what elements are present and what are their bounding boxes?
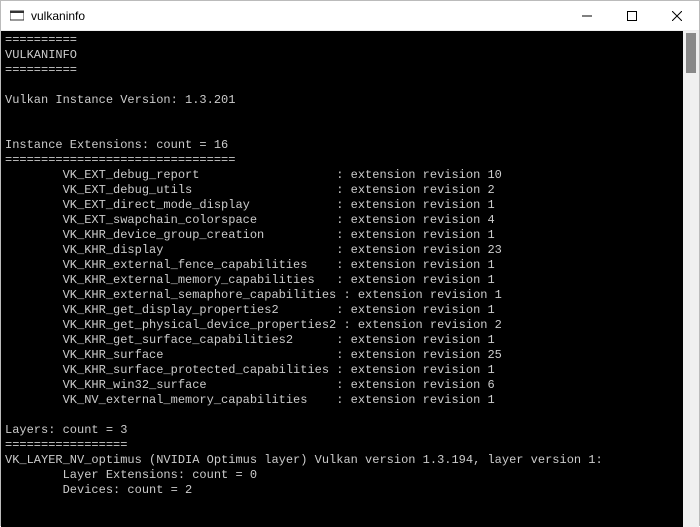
scrollbar-thumb[interactable] — [686, 33, 696, 73]
close-button[interactable] — [654, 1, 699, 31]
maximize-button[interactable] — [609, 1, 654, 31]
minimize-button[interactable] — [564, 1, 609, 31]
window-titlebar: vulkaninfo — [1, 1, 699, 31]
vertical-scrollbar[interactable] — [683, 31, 699, 527]
terminal-output: ========== VULKANINFO ========== Vulkan … — [1, 31, 683, 527]
app-icon — [9, 8, 25, 24]
window-title: vulkaninfo — [31, 9, 85, 23]
content-area: ========== VULKANINFO ========== Vulkan … — [1, 31, 699, 527]
